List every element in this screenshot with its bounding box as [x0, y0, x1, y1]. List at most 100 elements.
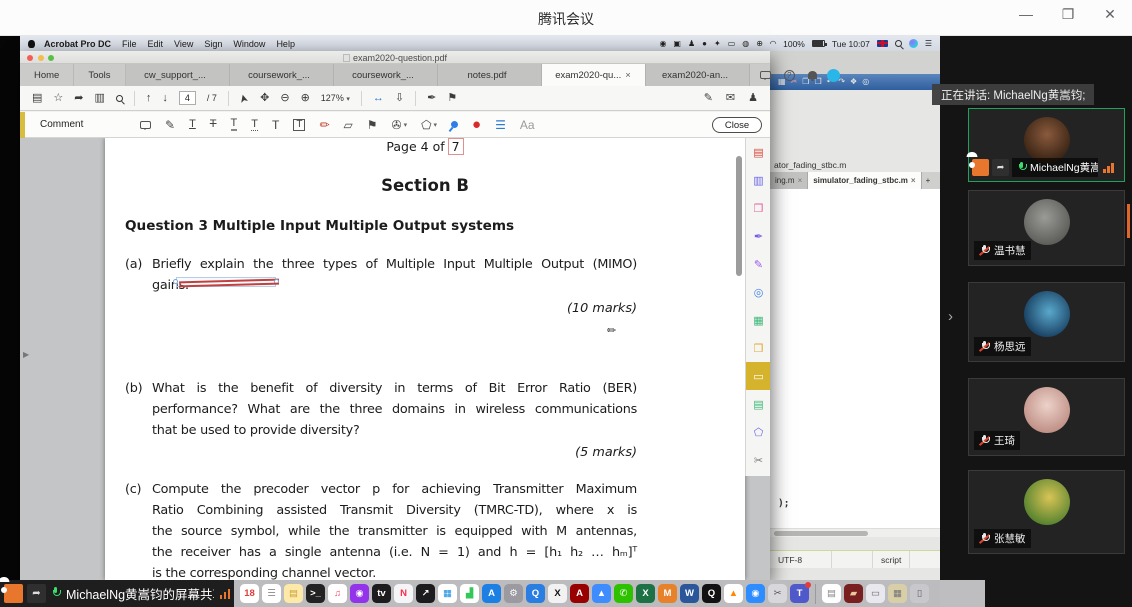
screen-mirror-icon[interactable]: ▣ [673, 40, 681, 48]
x11-icon[interactable]: X [548, 584, 567, 603]
music-icon[interactable]: ♫ [328, 584, 347, 603]
close-comment-button[interactable]: Close [712, 117, 762, 133]
maximize-button[interactable]: ❐ [1060, 6, 1076, 23]
menubar-menu-item[interactable]: Help [276, 39, 295, 49]
notifications-bell-icon[interactable] [808, 71, 817, 79]
combine-files-tool[interactable]: ❒ [746, 334, 770, 362]
draw-pencil-icon[interactable]: ✏ [319, 119, 329, 131]
fill-sign-tool[interactable]: ✒ [746, 222, 770, 250]
protect-tool[interactable]: ⬠ [746, 418, 770, 446]
stamp-tool-icon[interactable]: ⚑ [447, 93, 457, 104]
acrobat-icon[interactable]: A [570, 584, 589, 603]
left-panel-toggle-icon[interactable]: ▶ [23, 350, 29, 359]
attach-icon[interactable]: ✇ [392, 119, 408, 131]
pdf-page[interactable]: Page 4 of7 Section B Question 3 Multiple… [105, 138, 745, 580]
menubar-app-name[interactable]: Acrobat Pro DC [44, 39, 111, 49]
menubar-menu-item[interactable]: File [122, 39, 137, 49]
menubar-menu-item[interactable]: Sign [204, 39, 222, 49]
fit-width-icon[interactable]: ↔ [373, 93, 384, 104]
image-thumb-icon[interactable]: ▦ [888, 584, 907, 603]
help-icon[interactable]: ◎ [862, 78, 869, 86]
page-down-icon[interactable]: ↓ [162, 93, 168, 104]
document-tab[interactable]: coursework_... [230, 64, 334, 86]
comment-panel-icon[interactable] [760, 71, 771, 79]
document-tab[interactable]: notes.pdf [438, 64, 542, 86]
hand-tool-icon[interactable]: ✥ [260, 93, 269, 104]
appstore-icon[interactable]: A [482, 584, 501, 603]
participant-tile[interactable]: 温书慧 [968, 190, 1125, 266]
zoom-level-dropdown[interactable]: 127% ▾ [321, 93, 350, 103]
reminders-icon[interactable]: ☰ [262, 584, 281, 603]
shapes-icon[interactable]: ⬠ [421, 119, 437, 131]
panel-scrollbar[interactable] [1127, 204, 1130, 238]
document-file-icon[interactable]: ▤ [822, 584, 841, 603]
add-text-icon[interactable]: T [272, 119, 279, 131]
matlab-editor-tab[interactable]: simulator_fading_stbc.m × [808, 172, 921, 189]
trash-icon[interactable]: ▯ [910, 584, 929, 603]
calendar-icon[interactable]: 18 [240, 584, 259, 603]
select-tool-icon[interactable]: ➤ [238, 92, 251, 104]
share-upload-icon[interactable]: ➦ [74, 93, 83, 104]
insert-text-icon[interactable]: T [251, 119, 258, 131]
stocks-icon[interactable]: ↗ [416, 584, 435, 603]
help-icon[interactable]: ? [784, 70, 795, 81]
email-icon[interactable]: ✉ [726, 93, 735, 104]
annotation-handle[interactable] [173, 279, 178, 284]
account-avatar[interactable] [827, 69, 840, 82]
apple-menu-icon[interactable] [28, 40, 35, 48]
close-button[interactable]: ✕ [1102, 6, 1118, 23]
tv-icon[interactable]: tv [372, 584, 391, 603]
print-production-tool[interactable]: ▤ [746, 390, 770, 418]
matlab-editor-area[interactable] [770, 189, 940, 528]
text-box-icon[interactable]: T [293, 119, 305, 131]
quicktime-icon[interactable]: Q [526, 584, 545, 603]
esign-pen-icon[interactable]: ✎ [704, 93, 713, 104]
star-icon[interactable]: ☆ [53, 93, 63, 104]
participant-tile[interactable]: 张慧敏 [968, 470, 1125, 554]
matlab-icon[interactable]: M [658, 584, 677, 603]
folder-icon[interactable]: ▰ [844, 584, 863, 603]
underline-text-icon[interactable]: T [189, 119, 196, 130]
font-style-label[interactable]: Aa [520, 119, 535, 131]
keynote-icon[interactable]: ▦ [438, 584, 457, 603]
nav-tab[interactable]: Tools [74, 64, 125, 86]
weiyun-icon[interactable]: ▲ [592, 584, 611, 603]
page-number-input[interactable]: 4 [179, 91, 196, 105]
terminal-icon[interactable]: >_ [306, 584, 325, 603]
share-screen-icon[interactable]: ➦ [27, 584, 46, 603]
find-icon[interactable] [116, 95, 123, 102]
accessibility-icon[interactable]: ⊕ [756, 40, 763, 48]
underline-annotation[interactable] [176, 277, 276, 287]
menubar-menu-item[interactable]: Edit [148, 39, 164, 49]
strikethrough-text-icon[interactable]: T [210, 119, 217, 130]
display-lock-icon[interactable]: ▭ [728, 40, 736, 48]
zoom-in-icon[interactable]: ⊕ [301, 93, 310, 104]
document-tab[interactable]: coursework_... [334, 64, 438, 86]
organize-pages-tool[interactable]: ❐ [746, 194, 770, 222]
record-status-icon[interactable]: ◉ [659, 40, 666, 48]
participant-tile[interactable]: 王琦 [968, 378, 1125, 456]
notification-center-icon[interactable]: ☰ [925, 40, 932, 48]
matlab-new-tab-button[interactable]: + [922, 172, 935, 189]
member-badge-icon[interactable] [4, 584, 23, 603]
wifi-icon[interactable]: ◠ [770, 40, 776, 48]
page-scroll-icon[interactable]: ⇩ [395, 93, 404, 104]
document-tab[interactable]: exam2020-qu... × [542, 64, 646, 86]
create-pdf-tool[interactable]: ▤ [746, 138, 770, 166]
globe-status-icon[interactable]: ◍ [742, 40, 749, 48]
word-icon[interactable]: W [680, 584, 699, 603]
matlab-hscrollbar[interactable] [770, 528, 940, 537]
cone-status-icon[interactable]: ♟ [688, 40, 695, 48]
qq-icon[interactable]: Q [702, 584, 721, 603]
add-person-icon[interactable]: ♟ [748, 93, 758, 104]
document-tab[interactable]: cw_support_... [126, 64, 230, 86]
collapse-panel-chevron-icon[interactable]: › [948, 308, 953, 325]
participant-tile[interactable]: 杨思远 [968, 282, 1125, 362]
annotation-handle[interactable] [274, 279, 279, 284]
siri-icon[interactable] [909, 39, 918, 48]
zoom-out-icon[interactable]: ⊖ [280, 93, 289, 104]
mic-on-icon[interactable] [50, 587, 62, 600]
sticky-note-icon[interactable] [140, 121, 151, 129]
menubar-clock[interactable]: Tue 10:07 [832, 39, 870, 49]
more-tools[interactable]: ✂ [746, 446, 770, 474]
